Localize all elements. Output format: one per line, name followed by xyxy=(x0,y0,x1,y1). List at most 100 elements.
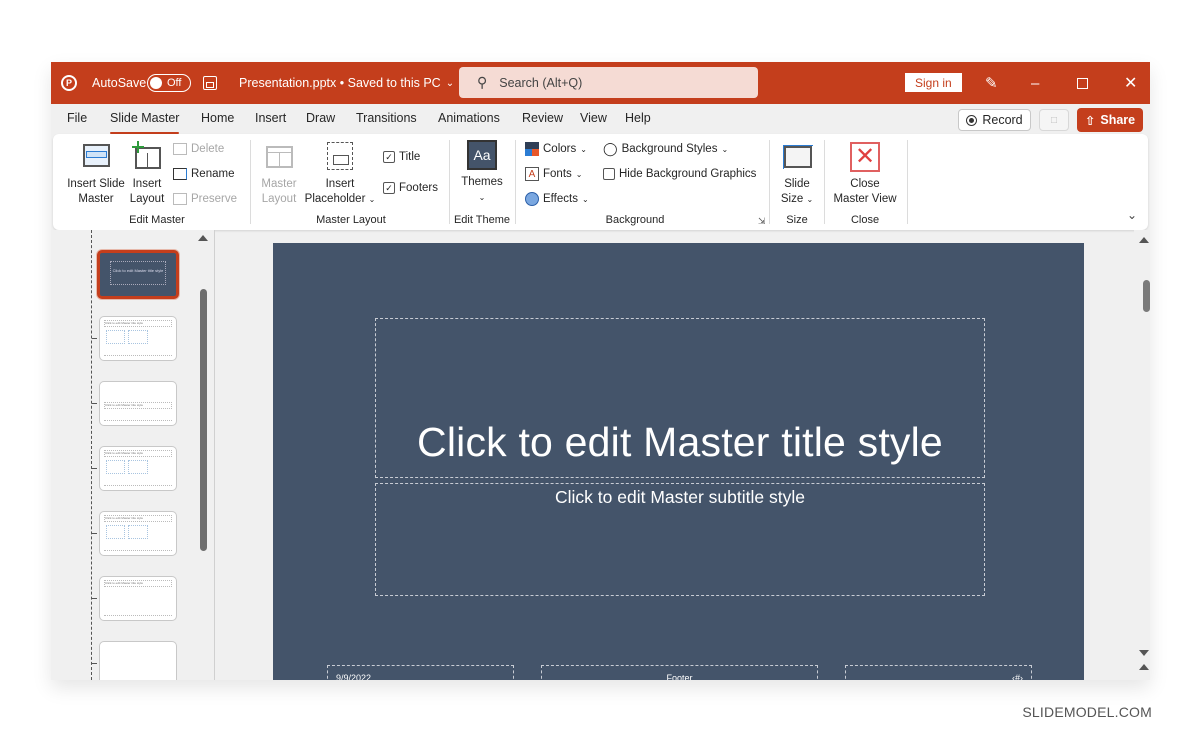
tab-help[interactable]: Help xyxy=(625,111,651,131)
tree-tick xyxy=(92,338,97,339)
group-separator xyxy=(250,140,251,224)
delete-button[interactable]: Delete xyxy=(173,140,224,158)
title-bar: P AutoSave Off Presentation.pptx • Saved… xyxy=(51,62,1150,104)
colors-button[interactable]: Colors ⌄ xyxy=(525,140,587,158)
slide-scroll-thumb[interactable] xyxy=(1143,280,1150,312)
tab-review[interactable]: Review xyxy=(522,111,563,131)
insert-placeholder-button[interactable]: Insert Placeholder ⌄ xyxy=(303,142,377,207)
slide-size-text: Size xyxy=(780,193,804,205)
tab-animations[interactable]: Animations xyxy=(438,111,500,131)
effects-icon xyxy=(525,192,539,206)
tab-insert[interactable]: Insert xyxy=(255,111,286,131)
thumbnail-caption: Click to edit Master title style xyxy=(104,515,172,522)
autosave-toggle[interactable]: Off xyxy=(147,62,191,104)
footer-placeholder[interactable]: Footer xyxy=(541,665,818,680)
record-button[interactable]: Record xyxy=(958,109,1031,131)
title-placeholder[interactable]: Click to edit Master title style xyxy=(375,318,985,478)
master-layout-button[interactable]: Master Layout xyxy=(258,142,300,207)
thumbnail-caption: Click to edit Master title style xyxy=(104,450,172,457)
scroll-up-icon[interactable] xyxy=(198,235,208,241)
thumbnail-layout[interactable]: Click to edit Master title style xyxy=(99,316,177,361)
document-title[interactable]: Presentation.pptx • Saved to this PC ⌄ xyxy=(239,62,454,104)
search-icon: ⚲ xyxy=(477,74,488,90)
close-master-view-button[interactable]: ✕ Close Master View xyxy=(829,142,901,207)
background-styles-button[interactable]: ◯ Background Styles ⌄ xyxy=(603,140,728,158)
tab-slide-master[interactable]: Slide Master xyxy=(110,111,180,134)
thumbnail-layout[interactable] xyxy=(99,641,177,680)
tab-file[interactable]: File xyxy=(67,111,87,131)
thumbnail-caption: Click to edit Master title style xyxy=(110,261,166,285)
minimize-icon[interactable]: – xyxy=(1031,62,1039,104)
scroll-down-icon[interactable] xyxy=(1139,650,1149,656)
insert-slide-master-button[interactable]: Insert Slide Master xyxy=(65,142,127,207)
group-separator xyxy=(449,140,450,224)
slide-number-placeholder[interactable]: ‹#› xyxy=(845,665,1032,680)
thumbnail-layout[interactable]: Click to edit Master title style xyxy=(99,381,177,426)
search-box[interactable]: ⚲ Search (Alt+Q) xyxy=(459,67,758,98)
title-checkbox[interactable]: ✓ Title xyxy=(383,148,420,166)
share-label: Share xyxy=(1100,113,1136,127)
rename-button[interactable]: Rename xyxy=(173,165,234,183)
thumbnail-slide-master[interactable]: Click to edit Master title style xyxy=(97,250,179,299)
thumbnail-content xyxy=(106,330,170,344)
effects-button[interactable]: Effects ⌄ xyxy=(525,190,589,208)
fonts-label: Fonts xyxy=(543,168,572,180)
thumbnail-layout[interactable]: Click to edit Master title style xyxy=(99,446,177,491)
master-layout-icon xyxy=(264,142,294,172)
comments-button[interactable]: □ xyxy=(1039,109,1069,131)
close-master-view-label-2: Master View xyxy=(833,193,897,205)
thumbnail-footer xyxy=(104,355,172,358)
ribbon-tabs: File Slide Master Home Insert Draw Trans… xyxy=(51,104,1150,134)
themes-button[interactable]: Aa Themes ⌄ xyxy=(457,140,507,205)
master-layout-group-label: Master Layout xyxy=(316,214,386,226)
chevron-down-icon: ⌄ xyxy=(806,195,814,204)
fonts-button[interactable]: A Fonts ⌄ xyxy=(525,165,582,183)
colors-icon xyxy=(525,142,539,156)
insert-placeholder-icon xyxy=(325,142,355,172)
pane-divider[interactable] xyxy=(214,230,215,680)
scroll-up-icon[interactable] xyxy=(1139,237,1149,243)
previous-slide-icon[interactable] xyxy=(1139,664,1149,670)
layout-tree-line xyxy=(91,230,92,680)
pen-icon[interactable]: ✎ xyxy=(985,62,998,104)
share-button[interactable]: ⇧ Share xyxy=(1077,108,1143,132)
insert-placeholder-label-2: Placeholder ⌄ xyxy=(305,192,376,207)
insert-layout-label-1: Insert xyxy=(132,178,162,190)
date-placeholder[interactable]: 9/9/2022 xyxy=(327,665,514,680)
thumbnail-layout[interactable]: Click to edit Master title style xyxy=(99,511,177,556)
tab-transitions[interactable]: Transitions xyxy=(356,111,417,131)
thumbnail-layout[interactable]: Click to edit Master title style xyxy=(99,576,177,621)
tab-draw[interactable]: Draw xyxy=(306,111,335,131)
slide-canvas[interactable]: Click to edit Master title style Click t… xyxy=(273,243,1084,680)
maximize-icon[interactable] xyxy=(1077,62,1088,104)
close-icon[interactable]: ✕ xyxy=(1124,62,1137,104)
chevron-down-icon: ⌄ xyxy=(445,77,455,89)
preserve-button[interactable]: Preserve xyxy=(173,190,237,208)
hide-background-graphics-checkbox[interactable]: Hide Background Graphics xyxy=(603,165,756,183)
save-icon[interactable] xyxy=(203,62,217,104)
slide-size-label-1: Slide xyxy=(784,178,810,190)
comment-icon: □ xyxy=(1050,114,1058,126)
thumbnail-footer xyxy=(104,550,172,553)
tree-tick xyxy=(92,663,97,664)
thumbnail-footer xyxy=(104,420,172,423)
insert-layout-button[interactable]: Insert Layout xyxy=(129,141,165,207)
delete-label: Delete xyxy=(191,143,225,155)
tab-view[interactable]: View xyxy=(580,111,607,131)
title-checkbox-label: Title xyxy=(399,151,421,163)
subtitle-placeholder[interactable]: Click to edit Master subtitle style xyxy=(375,483,985,596)
sign-in-button[interactable]: Sign in xyxy=(905,73,962,92)
insert-layout-icon xyxy=(132,141,162,172)
dialog-launcher-icon[interactable]: ⇲ xyxy=(758,216,766,227)
preserve-icon xyxy=(173,193,187,205)
tab-home[interactable]: Home xyxy=(201,111,234,131)
collapse-ribbon-icon[interactable]: ⌄ xyxy=(1127,208,1137,222)
slide-size-button[interactable]: Slide Size ⌄ xyxy=(775,142,819,207)
insert-placeholder-text: Placeholder xyxy=(304,193,366,205)
background-styles-icon: ◯ xyxy=(603,141,618,156)
edit-master-group-label: Edit Master xyxy=(129,214,185,226)
slide-size-label-2: Size ⌄ xyxy=(781,192,813,207)
footers-checkbox[interactable]: ✓ Footers xyxy=(383,179,438,197)
group-separator xyxy=(907,140,908,224)
thumbnail-scroll-thumb[interactable] xyxy=(200,289,207,551)
